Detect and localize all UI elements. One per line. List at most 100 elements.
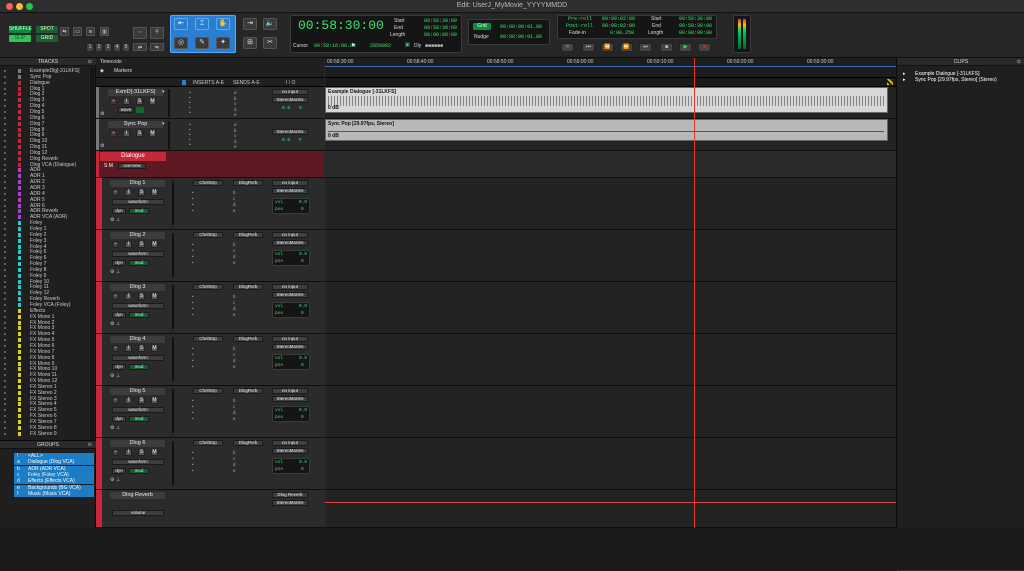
folder-lane[interactable]: [325, 151, 896, 178]
output-selector[interactable]: StereoMontrs: [272, 188, 308, 194]
record-enable-icon[interactable]: ●: [112, 293, 119, 300]
show-hide-dot-icon[interactable]: [4, 333, 6, 336]
input-monitor-icon[interactable]: I: [125, 345, 132, 352]
record-enable-icon[interactable]: ●: [112, 449, 119, 456]
track-lane[interactable]: Sync Pop [29.97fps, Stereo] 0 dB: [325, 119, 896, 151]
track-name[interactable]: Dlog 2: [110, 232, 165, 239]
show-hide-dot-icon[interactable]: [4, 344, 6, 347]
volume-value[interactable]: 0.0: [282, 106, 290, 111]
clips-menu-icon[interactable]: ⊙: [1017, 59, 1021, 65]
column-view-icon[interactable]: [182, 80, 186, 85]
track-lane[interactable]: [325, 230, 896, 282]
input-selector[interactable]: Dlog Reverb: [272, 492, 308, 498]
volume-value[interactable]: 0.0: [299, 356, 307, 361]
track-lane[interactable]: Example Dialogue [-31LKFS] 0 dB: [325, 87, 896, 119]
shuffle-mode-button[interactable]: SHUFFLE: [9, 26, 32, 33]
zoom-preset-1[interactable]: 1: [86, 43, 94, 52]
output-selector[interactable]: StereoMontrs: [272, 97, 308, 103]
length-value[interactable]: 00:00:00:00: [424, 32, 457, 38]
show-hide-dot-icon[interactable]: [4, 251, 6, 254]
automation-icon[interactable]: ⚙: [100, 143, 104, 149]
track-view-selector[interactable]: waveform: [112, 407, 164, 413]
transport-end[interactable]: 00:58:30:00: [679, 23, 712, 29]
send-slot[interactable]: DlogRvrb: [233, 180, 263, 186]
track-lane[interactable]: [325, 178, 896, 230]
show-hide-dot-icon[interactable]: [4, 362, 6, 365]
mute-button[interactable]: M: [151, 189, 158, 196]
input-selector[interactable]: no input: [272, 89, 308, 95]
show-hide-dot-icon[interactable]: [4, 350, 6, 353]
show-hide-dot-icon[interactable]: [4, 245, 6, 248]
dly-icon[interactable]: ▣: [405, 42, 410, 48]
track-lane[interactable]: [325, 386, 896, 438]
track-name[interactable]: Dlog 1: [110, 180, 165, 187]
show-hide-dot-icon[interactable]: [4, 116, 6, 119]
mod-button[interactable]: mod: [129, 312, 149, 318]
show-hide-dot-icon[interactable]: [4, 163, 6, 166]
show-hide-dot-icon[interactable]: [4, 321, 6, 324]
timeline-ruler[interactable]: 00:58:30:00 00:58:40:00 00:58:50:00 00:59:0…: [325, 58, 896, 78]
record-enable-icon[interactable]: ●: [112, 397, 119, 404]
send-slot[interactable]: DlogRvrb: [233, 284, 263, 290]
show-hide-dot-icon[interactable]: [4, 146, 6, 149]
zoom-icon[interactable]: ⇆: [60, 27, 69, 36]
output-selector[interactable]: StereoMontrs: [272, 240, 308, 246]
show-hide-dot-icon[interactable]: [4, 105, 6, 108]
mod-button[interactable]: mod: [129, 468, 149, 474]
go-to-end-icon[interactable]: ⏭: [639, 43, 652, 52]
return-to-zero-icon[interactable]: ⏮: [582, 43, 595, 52]
track-view-selector[interactable]: waveform: [112, 251, 164, 257]
send-slot[interactable]: DlogRvrb: [233, 336, 263, 342]
solo-button[interactable]: S: [138, 293, 145, 300]
zoomer-tool-icon[interactable]: ⇔: [133, 27, 147, 39]
automation-icon[interactable]: ⚙ ⊥: [110, 425, 120, 431]
playhead[interactable]: [694, 58, 695, 528]
record-enable-icon[interactable]: ●: [112, 241, 119, 248]
volume-value[interactable]: 0.0: [299, 460, 307, 465]
show-hide-dot-icon[interactable]: [4, 187, 6, 189]
online-icon[interactable]: ⟲: [561, 43, 574, 52]
show-hide-dot-icon[interactable]: [4, 397, 6, 400]
show-hide-dot-icon[interactable]: [4, 128, 6, 131]
pencil-tool-icon[interactable]: ✎: [195, 37, 209, 49]
show-hide-dot-icon[interactable]: [4, 292, 6, 295]
input-selector[interactable]: no input: [272, 180, 308, 186]
record-enable-icon[interactable]: ●: [110, 98, 117, 105]
show-hide-dot-icon[interactable]: [4, 99, 6, 102]
show-hide-dot-icon[interactable]: [4, 263, 6, 266]
mute-button[interactable]: M: [151, 241, 158, 248]
input-selector[interactable]: no input: [272, 232, 308, 238]
spot-mode-button[interactable]: SPOT: [36, 26, 58, 33]
solo-button[interactable]: S: [138, 241, 145, 248]
show-hide-dot-icon[interactable]: [4, 403, 6, 406]
show-hide-dot-icon[interactable]: [4, 239, 6, 242]
show-hide-dot-icon[interactable]: [4, 181, 6, 184]
show-hide-dot-icon[interactable]: [4, 227, 6, 230]
solo-button[interactable]: S: [136, 130, 143, 137]
waveform-zoom-icon[interactable]: ≋: [86, 27, 95, 36]
automation-icon[interactable]: ⚙ ⊥: [110, 321, 120, 327]
insert-slot[interactable]: ChnlStrp: [193, 388, 223, 394]
audio-clip[interactable]: Example Dialogue [-31LKFS] 0 dB: [325, 87, 888, 113]
automation-icon[interactable]: ⚙ ⊥: [110, 477, 120, 483]
group-list-item[interactable]: d Effects (Effects VCA): [14, 478, 94, 485]
track-view-selector[interactable]: volume: [112, 510, 164, 516]
insert-icon[interactable]: ✂: [263, 37, 277, 49]
track-view-selector[interactable]: waveform: [112, 355, 164, 361]
automation-icon[interactable]: ⚙ ⊥: [110, 217, 120, 223]
pan-value[interactable]: 0: [301, 311, 304, 316]
fit-icon[interactable]: ▭: [73, 27, 82, 36]
tab-to-transient-icon[interactable]: ⇥: [243, 18, 257, 30]
send-slot[interactable]: DlogRvrb: [233, 388, 263, 394]
mod-button[interactable]: mod: [129, 364, 149, 370]
send-slot[interactable]: DlogRvrb: [233, 440, 263, 446]
main-counter[interactable]: 00:58:30:00: [298, 18, 384, 33]
track-name[interactable]: Dlog 5: [110, 388, 165, 395]
track-menu-icon[interactable]: ▾: [162, 89, 165, 95]
show-hide-dot-icon[interactable]: [4, 368, 6, 371]
folder-view-selector[interactable]: overview: [118, 163, 146, 169]
track-view-selector[interactable]: waveform: [112, 459, 164, 465]
show-hide-dot-icon[interactable]: [4, 309, 6, 312]
show-hide-dot-icon[interactable]: [4, 286, 6, 289]
record-enable-icon[interactable]: ●: [110, 130, 117, 137]
